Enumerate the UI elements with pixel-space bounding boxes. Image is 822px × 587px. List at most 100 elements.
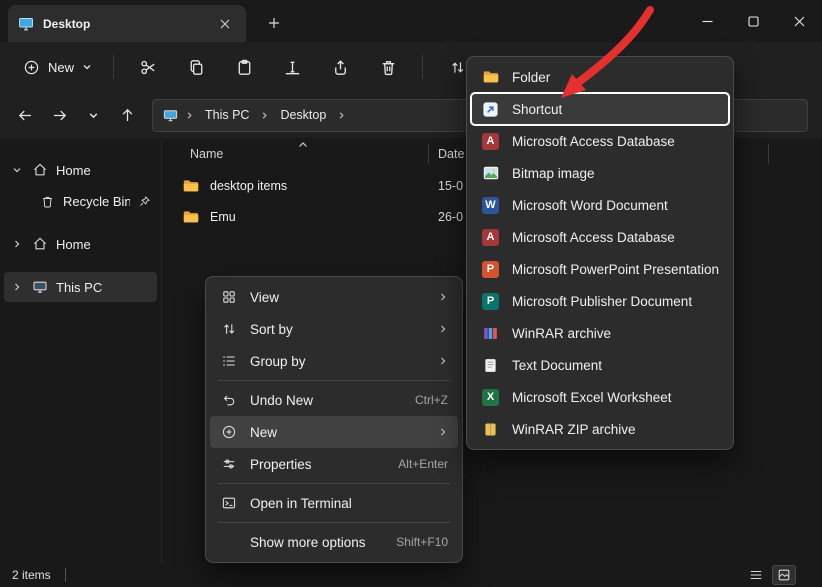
submenu-item-label: Text Document [512,358,602,373]
up-button[interactable] [112,100,142,130]
chevron-right-icon [438,356,448,366]
menu-separator [218,522,450,523]
submenu-item-word-document[interactable]: W Microsoft Word Document [471,189,729,221]
cut-button[interactable] [128,49,168,85]
explorer-tab-desktop[interactable]: Desktop [8,5,246,42]
zip-icon [481,421,500,438]
details-view-button[interactable] [744,565,768,585]
menu-item-view[interactable]: View [210,281,458,313]
menu-item-properties[interactable]: Properties Alt+Enter [210,448,458,480]
submenu-item-label: Microsoft PowerPoint Presentation [512,262,719,277]
file-explorer-window: Desktop New [0,0,822,587]
sidebar-item-this-pc[interactable]: This PC [4,272,157,302]
submenu-item-access-database[interactable]: A Microsoft Access Database [471,125,729,157]
large-thumbnails-view-button[interactable] [772,565,796,585]
folder-icon [481,68,500,86]
submenu-item-excel-worksheet[interactable]: X Microsoft Excel Worksheet [471,381,729,413]
menu-separator [218,483,450,484]
sidebar-item-home-2[interactable]: Home [4,229,157,259]
submenu-item-winrar-archive[interactable]: WinRAR archive [471,317,729,349]
submenu-item-label: Microsoft Access Database [512,134,675,149]
new-submenu: Folder Shortcut A Microsoft Access Datab… [466,56,734,450]
sort-arrows-icon [449,59,466,76]
sort-ascending-caret-icon [298,141,308,149]
file-date: 26-0 [438,210,463,224]
navigation-pane: Home Recycle Bin Home [0,138,162,563]
submenu-item-powerpoint-presentation[interactable]: P Microsoft PowerPoint Presentation [471,253,729,285]
monitor-icon [32,279,48,295]
chevron-right-icon [10,239,24,249]
rename-icon [283,58,302,77]
submenu-item-bitmap-image[interactable]: Bitmap image [471,157,729,189]
item-count: 2 items [12,568,51,582]
submenu-item-winrar-zip-archive[interactable]: WinRAR ZIP archive [471,413,729,445]
breadcrumb-this-pc[interactable]: This PC [201,106,253,124]
toolbar-divider [422,55,423,79]
menu-item-undo-new[interactable]: Undo New Ctrl+Z [210,384,458,416]
menu-separator [218,380,450,381]
back-button[interactable] [10,100,40,130]
rename-button[interactable] [272,49,312,85]
new-button[interactable]: New [12,52,103,83]
plus-circle-icon [220,424,238,440]
column-header-name[interactable]: Name [190,147,223,161]
context-menu: View Sort by Group by [205,276,463,563]
sidebar-item-home[interactable]: Home [4,155,157,185]
column-header-date[interactable]: Date [438,147,464,161]
sidebar-item-label: This PC [56,280,151,295]
column-divider[interactable] [428,144,429,164]
menu-item-label: Group by [250,354,426,369]
menu-item-open-in-terminal[interactable]: Open in Terminal [210,487,458,519]
recycle-bin-icon [40,194,55,209]
paste-button[interactable] [224,49,264,85]
menu-item-new[interactable]: New [210,416,458,448]
undo-icon [220,392,238,408]
sidebar-gap [0,217,161,228]
recent-locations-button[interactable] [78,100,108,130]
submenu-item-folder[interactable]: Folder [471,61,729,93]
copy-button[interactable] [176,49,216,85]
view-grid-icon [220,289,238,305]
powerpoint-icon: P [481,261,500,278]
group-list-icon [220,353,238,369]
chevron-right-icon [438,292,448,302]
submenu-item-label: Microsoft Publisher Document [512,294,692,309]
status-bar: 2 items [0,563,822,587]
close-button[interactable] [776,0,822,42]
submenu-item-label: Bitmap image [512,166,595,181]
menu-item-label: Sort by [250,322,426,337]
access-icon: A [481,229,500,246]
submenu-item-shortcut[interactable]: Shortcut [471,93,729,125]
submenu-item-label: Microsoft Excel Worksheet [512,390,672,405]
forward-button[interactable] [44,100,74,130]
chevron-right-icon [260,111,269,120]
winrar-icon [481,325,500,342]
sidebar-item-recycle-bin[interactable]: Recycle Bin [4,186,157,216]
delete-button[interactable] [368,49,408,85]
tab-title: Desktop [43,17,214,31]
tab-close-icon[interactable] [214,13,236,35]
maximize-button[interactable] [730,0,776,42]
breadcrumb-desktop[interactable]: Desktop [276,106,330,124]
new-tab-button[interactable] [262,11,286,35]
menu-item-group-by[interactable]: Group by [210,345,458,377]
minimize-button[interactable] [684,0,730,42]
column-divider[interactable] [768,144,769,164]
title-bar: Desktop [0,0,822,42]
status-divider [65,568,66,582]
submenu-item-text-document[interactable]: Text Document [471,349,729,381]
delete-icon [379,58,398,77]
menu-item-label: New [250,425,426,440]
new-button-label: New [48,60,74,75]
cut-icon [139,58,158,77]
menu-item-show-more-options[interactable]: Show more options Shift+F10 [210,526,458,558]
toolbar-divider [113,55,114,79]
submenu-item-label: Microsoft Word Document [512,198,668,213]
bitmap-icon [481,164,500,182]
folder-icon [182,177,200,195]
submenu-item-access-database-2[interactable]: A Microsoft Access Database [471,221,729,253]
share-button[interactable] [320,49,360,85]
menu-item-sort-by[interactable]: Sort by [210,313,458,345]
chevron-right-icon [337,111,346,120]
submenu-item-publisher-document[interactable]: P Microsoft Publisher Document [471,285,729,317]
